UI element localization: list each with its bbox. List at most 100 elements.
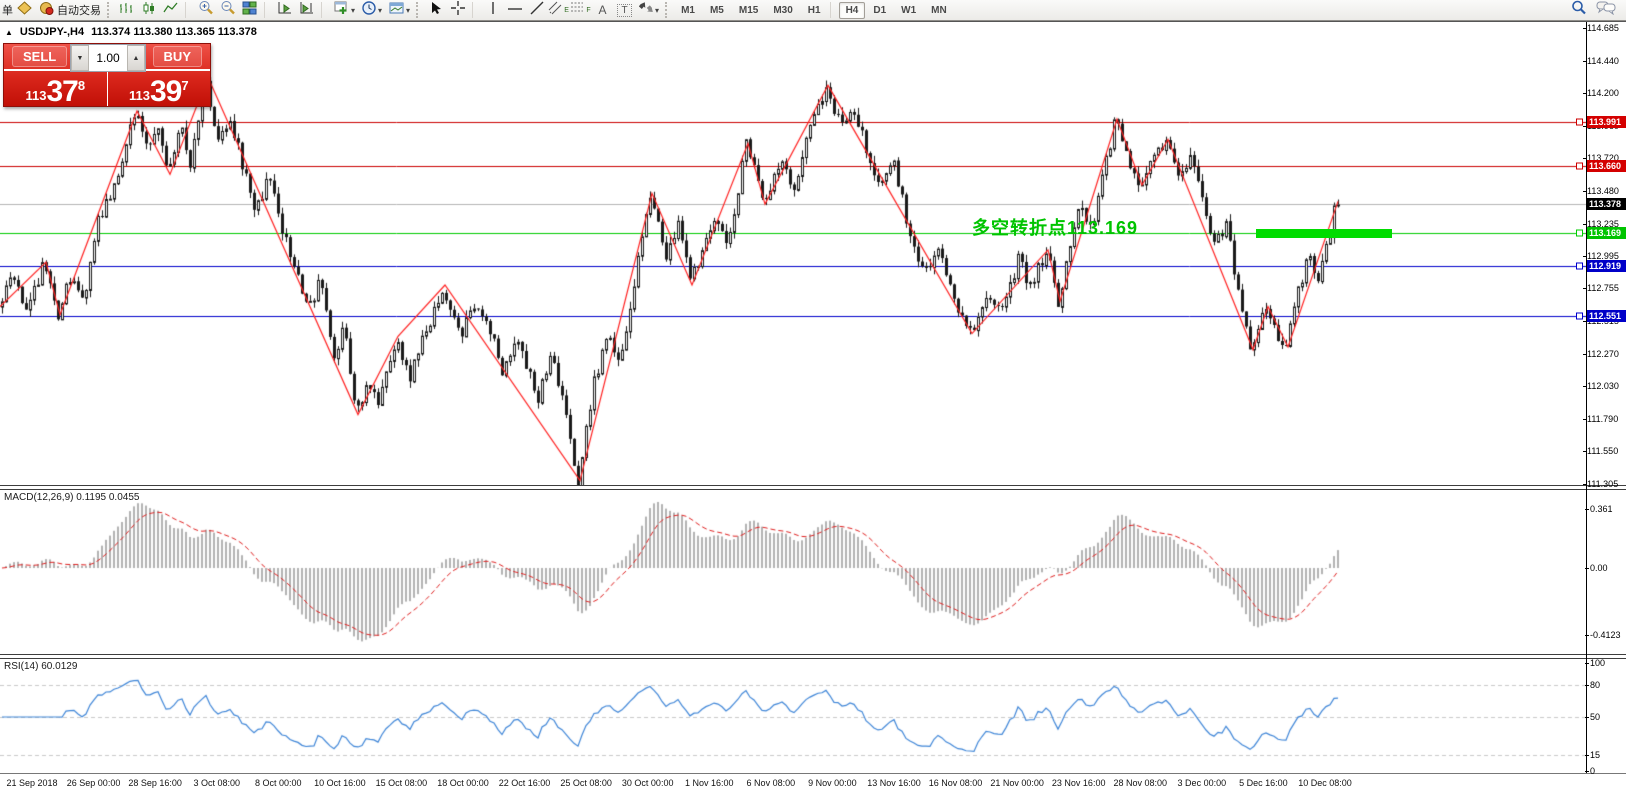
toolbar-separator: [830, 2, 837, 18]
candlestick-chart-button[interactable]: [138, 1, 159, 19]
level-price-label: 113.660: [1587, 160, 1626, 172]
price-tick: 114.685: [1587, 23, 1626, 33]
level-price-label: 112.919: [1587, 260, 1626, 272]
level-price-label: 113.169: [1587, 227, 1626, 239]
timeframe-h4[interactable]: H4: [839, 2, 866, 19]
volume-down-button[interactable]: ▼: [71, 45, 89, 71]
zoom-in-button[interactable]: [195, 1, 216, 19]
bar-chart-button[interactable]: [116, 1, 137, 19]
sell-price-whole: 113: [25, 86, 46, 106]
new-order-icon: [17, 1, 32, 20]
timeframe-d1[interactable]: D1: [866, 2, 893, 19]
search-button[interactable]: [1568, 1, 1589, 19]
fibo-sub-label: F: [586, 7, 590, 14]
sell-price[interactable]: 113 37 8: [4, 71, 107, 108]
text-tool-icon: A: [599, 3, 607, 17]
level-price-label: 113.991: [1587, 116, 1626, 128]
chart-shift-button[interactable]: [296, 1, 317, 19]
dropdown-arrow-icon: ▾: [406, 6, 410, 15]
fibonacci-icon: [570, 1, 585, 20]
timeframe-m1[interactable]: M1: [674, 2, 702, 19]
toolbar-separator: [472, 2, 479, 18]
toolbar-grip[interactable]: [107, 2, 113, 18]
timeframe-mn[interactable]: MN: [924, 2, 954, 19]
zoom-out-icon: [220, 0, 236, 20]
equidistant-channel-button[interactable]: E: [548, 1, 569, 19]
time-label: 16 Nov 08:00: [929, 778, 983, 788]
time-axis[interactable]: 21 Sep 201826 Sep 00:0028 Sep 16:003 Oct…: [0, 773, 1626, 793]
chart-annotation-text: 多空转折点113.169: [972, 214, 1138, 240]
toolbar-grip[interactable]: [416, 2, 422, 18]
macd-indicator-canvas[interactable]: [0, 490, 1586, 654]
vertical-line-icon: [488, 1, 498, 20]
chart-symbol-label: USDJPY-,H4: [20, 26, 84, 38]
time-label: 13 Nov 16:00: [867, 778, 921, 788]
rsi-tick: 80: [1590, 680, 1626, 690]
chart-window: 21 Sep 201826 Sep 00:0028 Sep 16:003 Oct…: [0, 21, 1626, 808]
line-handle: [1576, 312, 1583, 319]
trendline-button[interactable]: [526, 1, 547, 19]
price-tick: 113.480: [1587, 186, 1626, 196]
periods-button[interactable]: ▾: [359, 1, 385, 19]
line-chart-button[interactable]: [160, 1, 181, 19]
toolbar-separator: [264, 2, 271, 18]
templates-button[interactable]: ▾: [386, 1, 413, 19]
channel-icon: [548, 1, 563, 20]
vertical-line-button[interactable]: [482, 1, 503, 19]
rsi-tick: 15: [1590, 750, 1626, 760]
toolbar-grip[interactable]: [665, 2, 671, 18]
text-tool-button[interactable]: A: [592, 1, 613, 19]
time-label: 10 Oct 16:00: [314, 778, 366, 788]
label-tool-button[interactable]: T: [614, 1, 635, 19]
cursor-button[interactable]: [425, 1, 446, 19]
time-label: 5 Dec 16:00: [1239, 778, 1288, 788]
price-tick: 112.030: [1587, 381, 1626, 391]
price-axis-border: [1586, 22, 1587, 791]
one-click-trade-panel: SELL 113 37 8 BUY 113 39 7 ▼ ▲: [3, 43, 211, 107]
price-tick: 111.550: [1587, 446, 1626, 456]
horizontal-line-button[interactable]: [504, 1, 525, 19]
price-tick: 112.755: [1587, 283, 1626, 293]
chart-title: ▲ USDJPY-,H4 113.374 113.380 113.365 113…: [5, 26, 257, 38]
volume-up-button[interactable]: ▲: [127, 45, 145, 71]
autotrading-button[interactable]: 自动交易: [36, 1, 104, 19]
chat-button[interactable]: [1595, 1, 1616, 19]
top-toolbar: 单 自动交易: [0, 0, 1626, 21]
tile-windows-button[interactable]: [239, 1, 260, 19]
label-tool-icon: T: [617, 4, 631, 17]
zoom-in-icon: [198, 0, 214, 20]
shapes-button[interactable]: ▾: [636, 1, 662, 19]
crosshair-button[interactable]: [447, 1, 468, 19]
rsi-tick: 0: [1590, 766, 1626, 776]
main-price-chart-canvas[interactable]: [0, 22, 1586, 485]
timeframe-h1[interactable]: H1: [801, 2, 828, 19]
auto-scroll-button[interactable]: [274, 1, 295, 19]
volume-box: ▼ ▲: [70, 44, 146, 72]
timeframe-m30[interactable]: M30: [766, 2, 799, 19]
time-label: 8 Oct 00:00: [255, 778, 302, 788]
zoom-out-button[interactable]: [217, 1, 238, 19]
time-label: 21 Sep 2018: [6, 778, 57, 788]
buy-button[interactable]: BUY: [153, 46, 202, 67]
order-menu-label[interactable]: 单: [2, 2, 13, 18]
macd-label: MACD(12,26,9) 0.1195 0.0455: [4, 492, 139, 503]
fibonacci-button[interactable]: F: [570, 1, 591, 19]
volume-input[interactable]: [89, 45, 127, 71]
new-order-button[interactable]: [14, 1, 35, 19]
toolbar-separator: [321, 2, 328, 18]
timeframe-m15[interactable]: M15: [732, 2, 765, 19]
buy-price[interactable]: 113 39 7: [108, 71, 211, 108]
macd-tick: 0.00: [1590, 563, 1626, 573]
green-zone-object: [1256, 229, 1392, 238]
indicators-button[interactable]: ▾: [331, 1, 358, 19]
search-icon: [1571, 0, 1587, 20]
price-tick: 111.790: [1587, 414, 1626, 424]
sell-button[interactable]: SELL: [12, 46, 67, 67]
autotrading-icon: [39, 1, 54, 20]
panel-collapse-arrow-icon[interactable]: ▲: [5, 28, 13, 37]
timeframe-m5[interactable]: M5: [703, 2, 731, 19]
timeframe-w1[interactable]: W1: [894, 2, 923, 19]
channel-sub-label: E: [564, 7, 569, 14]
rsi-indicator-canvas[interactable]: [0, 659, 1586, 773]
horizontal-line-icon: [507, 1, 523, 19]
